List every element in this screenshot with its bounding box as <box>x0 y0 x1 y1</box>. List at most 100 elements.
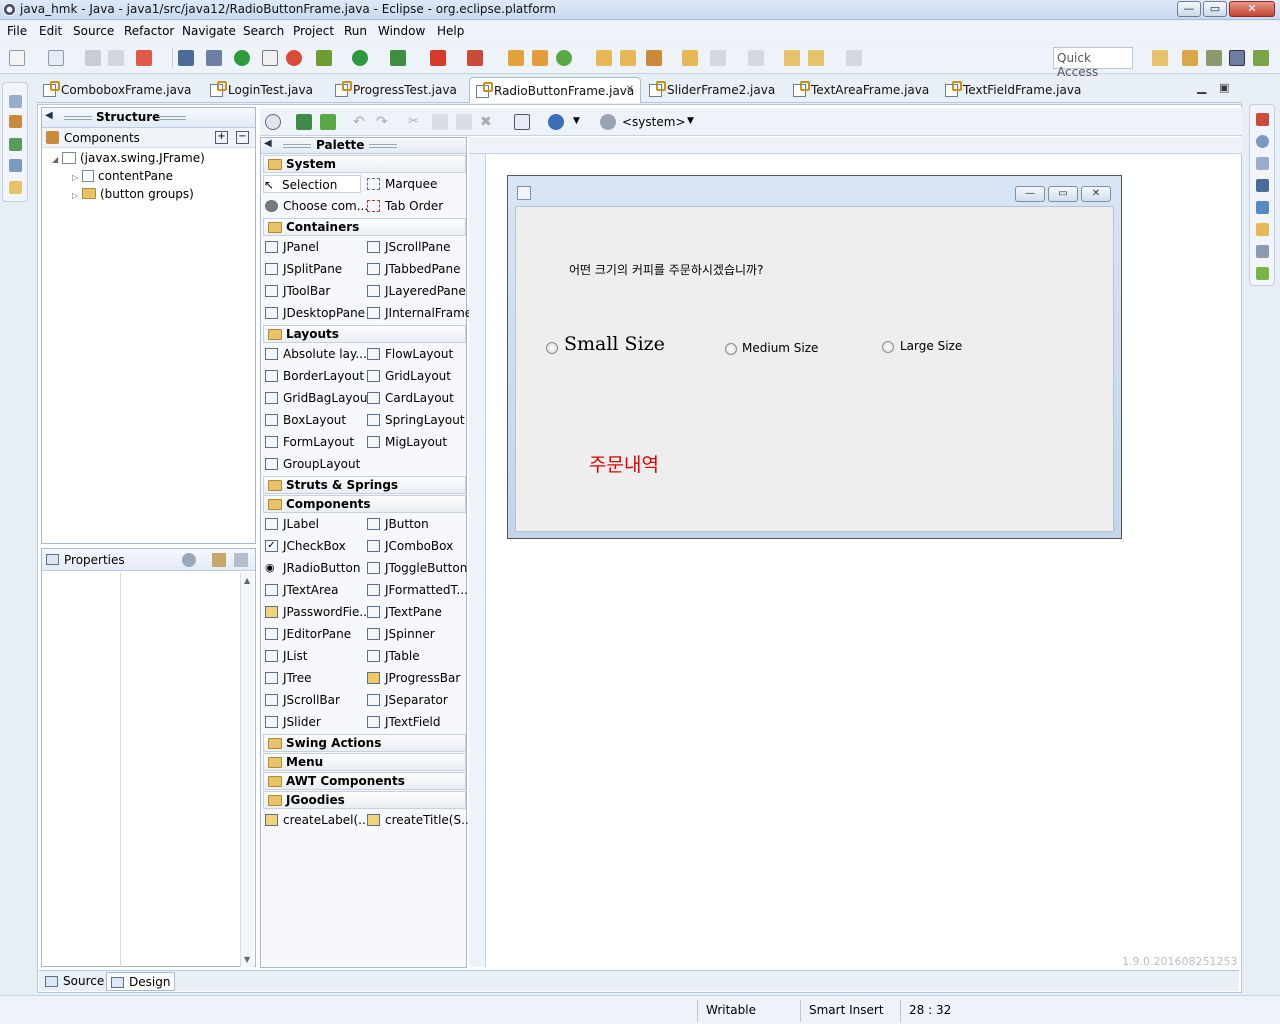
show-advanced-icon[interactable] <box>234 553 248 567</box>
palette-item-jradiobutton[interactable]: ◉ JRadioButton <box>265 559 360 577</box>
palette-item-jinternalframe[interactable]: JInternalFrame <box>367 304 472 322</box>
console-view-icon[interactable] <box>1256 179 1269 192</box>
radio-medium-indicator[interactable] <box>725 343 737 355</box>
test-gui-icon[interactable] <box>265 114 281 130</box>
frame-minimize-button[interactable]: — <box>1015 186 1045 202</box>
problems-icon[interactable] <box>1256 113 1269 126</box>
palette-item-create-label[interactable]: createLabel(... <box>265 811 370 829</box>
frame-maximize-button[interactable]: ▭ <box>1048 186 1078 202</box>
palette-item-cardlayout[interactable]: CardLayout <box>367 389 454 407</box>
radio-large-size[interactable]: Large Size <box>900 339 962 353</box>
palette-item-jtoolbar[interactable]: JToolBar <box>265 282 330 300</box>
editor-minimize-icon[interactable]: ▁ <box>1197 80 1206 94</box>
new-class-icon[interactable] <box>532 50 548 66</box>
terminate-icon[interactable] <box>234 50 250 66</box>
sync-icon[interactable] <box>136 50 152 66</box>
new-icon[interactable] <box>9 50 25 66</box>
run-config-icon[interactable] <box>390 50 406 66</box>
outline-view-icon[interactable] <box>1256 201 1269 214</box>
menu-source[interactable]: Source <box>73 24 114 38</box>
refresh-design-icon[interactable] <box>320 114 336 130</box>
menu-window[interactable]: Window <box>378 24 425 38</box>
properties-scrollbar[interactable]: ▲ ▼ <box>240 573 254 967</box>
debug-icon[interactable] <box>316 50 332 66</box>
preview-icon[interactable] <box>296 114 312 130</box>
tab-text-area-frame[interactable]: TextAreaFrame.java <box>787 77 937 103</box>
palette-category-struts-springs[interactable]: Struts & Springs <box>263 476 466 494</box>
palette-category-menu[interactable]: Menu <box>263 753 466 771</box>
tab-radio-button-frame[interactable]: RadioButtonFrame.java ✕ <box>469 77 641 103</box>
annotation-icon[interactable] <box>682 50 698 66</box>
radio-small-indicator[interactable] <box>546 342 558 354</box>
restore-icon[interactable] <box>9 95 22 108</box>
palette-item-flowlayout[interactable]: FlowLayout <box>367 345 453 363</box>
prev-annotation-icon[interactable] <box>748 50 764 66</box>
palette-item-create-title[interactable]: createTitle(S... <box>367 811 473 829</box>
palette-item-jlabel[interactable]: JLabel <box>265 515 319 533</box>
open-perspective-icon[interactable] <box>1152 50 1168 66</box>
palette-item-jcombobox[interactable]: JComboBox <box>367 537 453 555</box>
delete-icon[interactable]: ✖ <box>480 114 496 130</box>
menu-navigate[interactable]: Navigate <box>182 24 236 38</box>
palette-item-gridbaglayout[interactable]: GridBagLayout <box>265 389 372 407</box>
palette-item-jpasswordfield[interactable]: JPasswordFie... <box>265 603 371 621</box>
palette-collapse-icon[interactable]: ◀ <box>264 138 272 149</box>
palette-item-jpanel[interactable]: JPanel <box>265 238 319 256</box>
scroll-down-icon[interactable]: ▼ <box>244 955 250 964</box>
palette-item-boxlayout[interactable]: BoxLayout <box>265 411 346 429</box>
palette-item-jlist[interactable]: JList <box>265 647 308 665</box>
external-tools-icon[interactable] <box>467 50 483 66</box>
palette-item-jformattedtextfield[interactable]: JFormattedT... <box>367 581 468 599</box>
palette-category-components[interactable]: Components <box>263 495 466 513</box>
save-icon[interactable] <box>85 50 101 66</box>
expand-all-icon[interactable]: + <box>215 131 228 144</box>
team-perspective-icon[interactable] <box>1253 50 1269 66</box>
tree-node-jframe[interactable]: ◢ (javax.swing.JFrame) <box>52 151 205 165</box>
tree-node-content-pane[interactable]: ▷ contentPane <box>72 169 173 183</box>
palette-item-jdesktoppane[interactable]: JDesktopPane <box>265 304 365 322</box>
palette-category-jgoodies[interactable]: JGoodies <box>263 791 466 809</box>
palette-item-jtogglebutton[interactable]: JToggleButton <box>367 559 467 577</box>
palette-category-layouts[interactable]: Layouts <box>263 325 466 343</box>
palette-item-jtable[interactable]: JTable <box>367 647 420 665</box>
paste-icon[interactable] <box>456 114 472 130</box>
cut-icon[interactable]: ✂ <box>408 114 424 130</box>
run-icon[interactable] <box>352 50 368 66</box>
palette-item-jeditorpane[interactable]: JEditorPane <box>265 625 351 643</box>
collapsed-triangle-icon[interactable]: ▷ <box>72 173 82 182</box>
menu-search[interactable]: Search <box>243 24 284 38</box>
content-pane[interactable]: 어떤 크기의 커피를 주문하시겠습니까? Small Size Medium S… <box>515 206 1114 532</box>
tab-text-field-frame[interactable]: TextFieldFrame.java <box>939 77 1089 103</box>
palette-item-jtabbedpane[interactable]: JTabbedPane <box>367 260 461 278</box>
palette-item-jbutton[interactable]: JButton <box>367 515 429 533</box>
progress-view-icon[interactable] <box>1256 267 1269 280</box>
palette-item-miglayout[interactable]: MigLayout <box>367 433 447 451</box>
search-icon[interactable] <box>646 50 662 66</box>
palette-item-jscrollpane[interactable]: JScrollPane <box>367 238 450 256</box>
menu-file[interactable]: File <box>7 24 27 38</box>
look-and-feel-dropdown-icon[interactable]: ▼ <box>687 116 694 126</box>
palette-category-containers[interactable]: Containers <box>263 218 466 236</box>
menu-run[interactable]: Run <box>344 24 367 38</box>
palette-item-jscrollbar[interactable]: JScrollBar <box>265 691 340 709</box>
expanded-triangle-icon[interactable]: ◢ <box>52 155 62 164</box>
tab-progress-test[interactable]: ProgressTest.java <box>329 77 469 103</box>
palette-item-marquee[interactable]: Marquee <box>367 175 437 193</box>
menu-project[interactable]: Project <box>293 24 334 38</box>
locale-dropdown-icon[interactable]: ▼ <box>573 116 580 126</box>
frame-close-button[interactable]: ✕ <box>1081 186 1111 202</box>
navigator-icon[interactable] <box>9 181 22 194</box>
minimize-button[interactable]: — <box>1177 1 1201 17</box>
palette-category-swing-actions[interactable]: Swing Actions <box>263 734 466 752</box>
order-summary-label[interactable]: 주문내역 <box>589 450 659 477</box>
history-icon[interactable] <box>1256 245 1269 258</box>
design-mode-icon[interactable] <box>262 50 278 66</box>
radio-medium-size[interactable]: Medium Size <box>742 341 818 355</box>
console-icon[interactable] <box>178 50 194 66</box>
palette-item-jtextarea[interactable]: JTextArea <box>265 581 338 599</box>
debug-perspective-icon[interactable] <box>1206 50 1222 66</box>
palette-item-selection[interactable]: ↖ Selection <box>263 175 361 193</box>
palette-item-jsplitpane[interactable]: JSplitPane <box>265 260 342 278</box>
palette-item-jprogressbar[interactable]: JProgressBar <box>367 669 460 687</box>
open-task-icon[interactable] <box>620 50 636 66</box>
